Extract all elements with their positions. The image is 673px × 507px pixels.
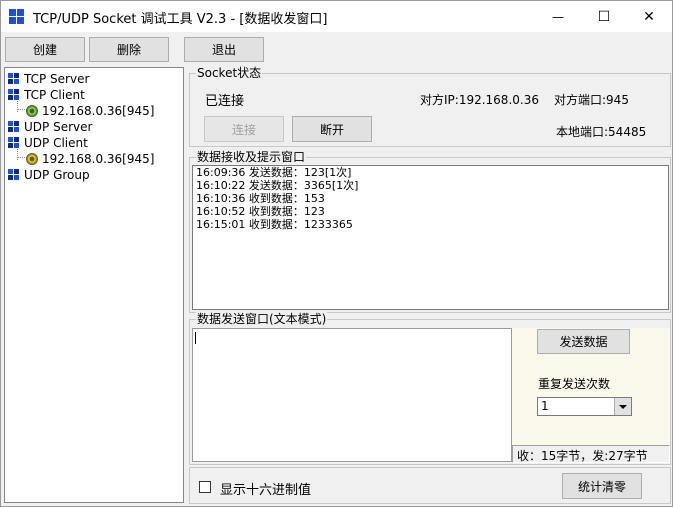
tree-item-udp-group[interactable]: UDP Group bbox=[8, 167, 90, 183]
close-button[interactable]: ✕ bbox=[626, 1, 672, 32]
tree-item-label: TCP Client bbox=[24, 88, 85, 102]
title-bar[interactable]: TCP/UDP Socket 调试工具 V2.3 - [数据收发窗口] — ☐ … bbox=[1, 1, 672, 32]
repeat-count-select[interactable]: 1 bbox=[537, 397, 632, 416]
log-line: 16:10:52 收到数据：123 bbox=[196, 205, 325, 218]
tree-item-udp-client[interactable]: UDP Client bbox=[8, 135, 88, 151]
tree-item-label: UDP Group bbox=[24, 168, 90, 182]
disconnect-button[interactable]: 断开 bbox=[292, 116, 372, 142]
minimize-button[interactable]: — bbox=[535, 1, 581, 32]
connect-button[interactable]: 连接 bbox=[204, 116, 284, 142]
send-data-button[interactable]: 发送数据 bbox=[537, 329, 630, 354]
network-icon bbox=[8, 137, 20, 149]
hex-display-checkbox[interactable] bbox=[199, 481, 211, 493]
socket-tree[interactable]: TCP Server TCP Client 192.168.0.36[945] … bbox=[4, 67, 184, 503]
app-window: TCP/UDP Socket 调试工具 V2.3 - [数据收发窗口] — ☐ … bbox=[0, 0, 673, 507]
tree-item-tcp-client-connection[interactable]: 192.168.0.36[945] bbox=[26, 103, 154, 119]
tree-item-label: TCP Server bbox=[24, 72, 90, 86]
app-logo-icon bbox=[9, 9, 25, 25]
delete-button[interactable]: 删除 bbox=[89, 37, 169, 62]
receive-log-title: 数据接收及提示窗口 bbox=[196, 150, 307, 164]
log-line: 16:15:01 收到数据：1233365 bbox=[196, 218, 353, 231]
log-line: 16:10:22 发送数据：3365[1次] bbox=[196, 179, 359, 192]
log-line: 16:10:36 收到数据：153 bbox=[196, 192, 325, 205]
repeat-count-label: 重复发送次数 bbox=[538, 377, 611, 391]
socket-status-title: Socket状态 bbox=[196, 66, 263, 80]
tree-item-label: 192.168.0.36[945] bbox=[42, 104, 155, 118]
receive-log-textarea[interactable]: 16:09:36 发送数据：123[1次] 16:10:22 发送数据：3365[… bbox=[192, 165, 669, 310]
tree-item-label: 192.168.0.36[945] bbox=[42, 152, 155, 166]
minimize-icon: — bbox=[552, 9, 564, 24]
window-title: TCP/UDP Socket 调试工具 V2.3 - [数据收发窗口] bbox=[33, 12, 328, 27]
connected-status-icon bbox=[26, 153, 38, 165]
local-port-label: 本地端口:54485 bbox=[556, 125, 647, 139]
network-icon bbox=[8, 169, 20, 181]
log-line: 16:09:36 发送数据：123[1次] bbox=[196, 166, 352, 179]
connection-state: 已连接 bbox=[205, 94, 245, 109]
send-title: 数据发送窗口(文本模式) bbox=[196, 312, 328, 326]
repeat-count-value: 1 bbox=[541, 399, 549, 413]
peer-ip-label: 对方IP:192.168.0.36 bbox=[420, 93, 539, 107]
chevron-down-icon bbox=[619, 404, 627, 409]
tree-item-udp-server[interactable]: UDP Server bbox=[8, 119, 92, 135]
maximize-button[interactable]: ☐ bbox=[581, 1, 627, 32]
maximize-icon: ☐ bbox=[597, 8, 611, 25]
tree-item-tcp-client[interactable]: TCP Client bbox=[8, 87, 85, 103]
peer-port-label: 对方端口:945 bbox=[554, 93, 629, 107]
network-icon bbox=[8, 121, 20, 133]
byte-stats: 收：15字节，发:27字节 bbox=[517, 449, 648, 463]
tree-item-label: UDP Server bbox=[24, 120, 93, 134]
tree-item-tcp-server[interactable]: TCP Server bbox=[8, 71, 89, 87]
tree-item-label: UDP Client bbox=[24, 136, 88, 150]
stats-bar: 收：15字节，发:27字节 bbox=[512, 445, 670, 463]
clear-stats-button[interactable]: 统计清零 bbox=[562, 473, 642, 499]
network-icon bbox=[8, 73, 20, 85]
exit-button[interactable]: 退出 bbox=[184, 37, 264, 62]
create-button[interactable]: 创建 bbox=[5, 37, 85, 62]
text-cursor bbox=[195, 332, 196, 344]
connected-status-icon bbox=[26, 105, 38, 117]
send-input[interactable] bbox=[192, 328, 512, 462]
tree-item-udp-client-connection[interactable]: 192.168.0.36[945] bbox=[26, 151, 154, 167]
close-icon: ✕ bbox=[643, 8, 655, 25]
dropdown-button[interactable] bbox=[614, 398, 631, 415]
hex-display-label: 显示十六进制值 bbox=[220, 483, 312, 498]
network-icon bbox=[8, 89, 20, 101]
